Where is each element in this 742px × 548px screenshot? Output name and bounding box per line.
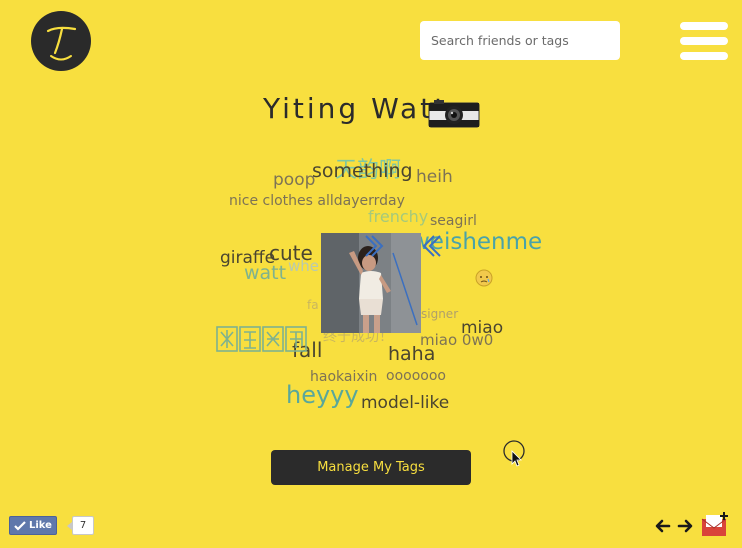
tag-item[interactable]: whe	[288, 259, 319, 274]
logo-mark	[46, 26, 77, 61]
profile-name: Yiting Watt	[263, 92, 449, 125]
thumbs-up-icon	[14, 521, 26, 531]
arrow-left-icon[interactable]	[655, 518, 671, 534]
tag-item[interactable]: heih	[416, 169, 453, 186]
chevron-double-icon	[362, 232, 446, 262]
like-count: 7	[72, 516, 94, 535]
tag-item[interactable]: heyyy	[286, 383, 359, 407]
camera-icon[interactable]	[428, 98, 480, 128]
decorative-glyph-tags	[216, 326, 310, 356]
search-input[interactable]	[420, 21, 620, 60]
manage-tags-button[interactable]: Manage My Tags	[271, 450, 471, 485]
arrow-right-icon[interactable]	[677, 518, 693, 534]
tag-item[interactable]: seagirl	[430, 214, 477, 228]
mouse-cursor-icon	[503, 440, 527, 472]
like-button[interactable]: Like	[9, 516, 57, 535]
mail-add-icon[interactable]	[700, 510, 730, 538]
tag-item[interactable]: frenchy	[368, 209, 428, 225]
tag-item[interactable]: poop	[273, 172, 315, 189]
tag-item[interactable]: miao 0w0	[420, 333, 493, 348]
tag-item[interactable]: ooooooo	[386, 369, 446, 383]
emoji-icon	[475, 269, 493, 287]
tag-item[interactable]: signer	[421, 308, 458, 320]
logo[interactable]	[31, 11, 91, 71]
tag-item[interactable]: model-like	[361, 395, 449, 412]
hamburger-menu-icon[interactable]	[680, 22, 728, 60]
tag-item[interactable]: watt	[244, 264, 286, 283]
tag-item[interactable]: something	[312, 162, 413, 181]
tag-item[interactable]: fa	[307, 299, 319, 311]
tag-item[interactable]: nice clothes alldayerrday	[229, 194, 405, 208]
like-label: Like	[29, 520, 52, 531]
